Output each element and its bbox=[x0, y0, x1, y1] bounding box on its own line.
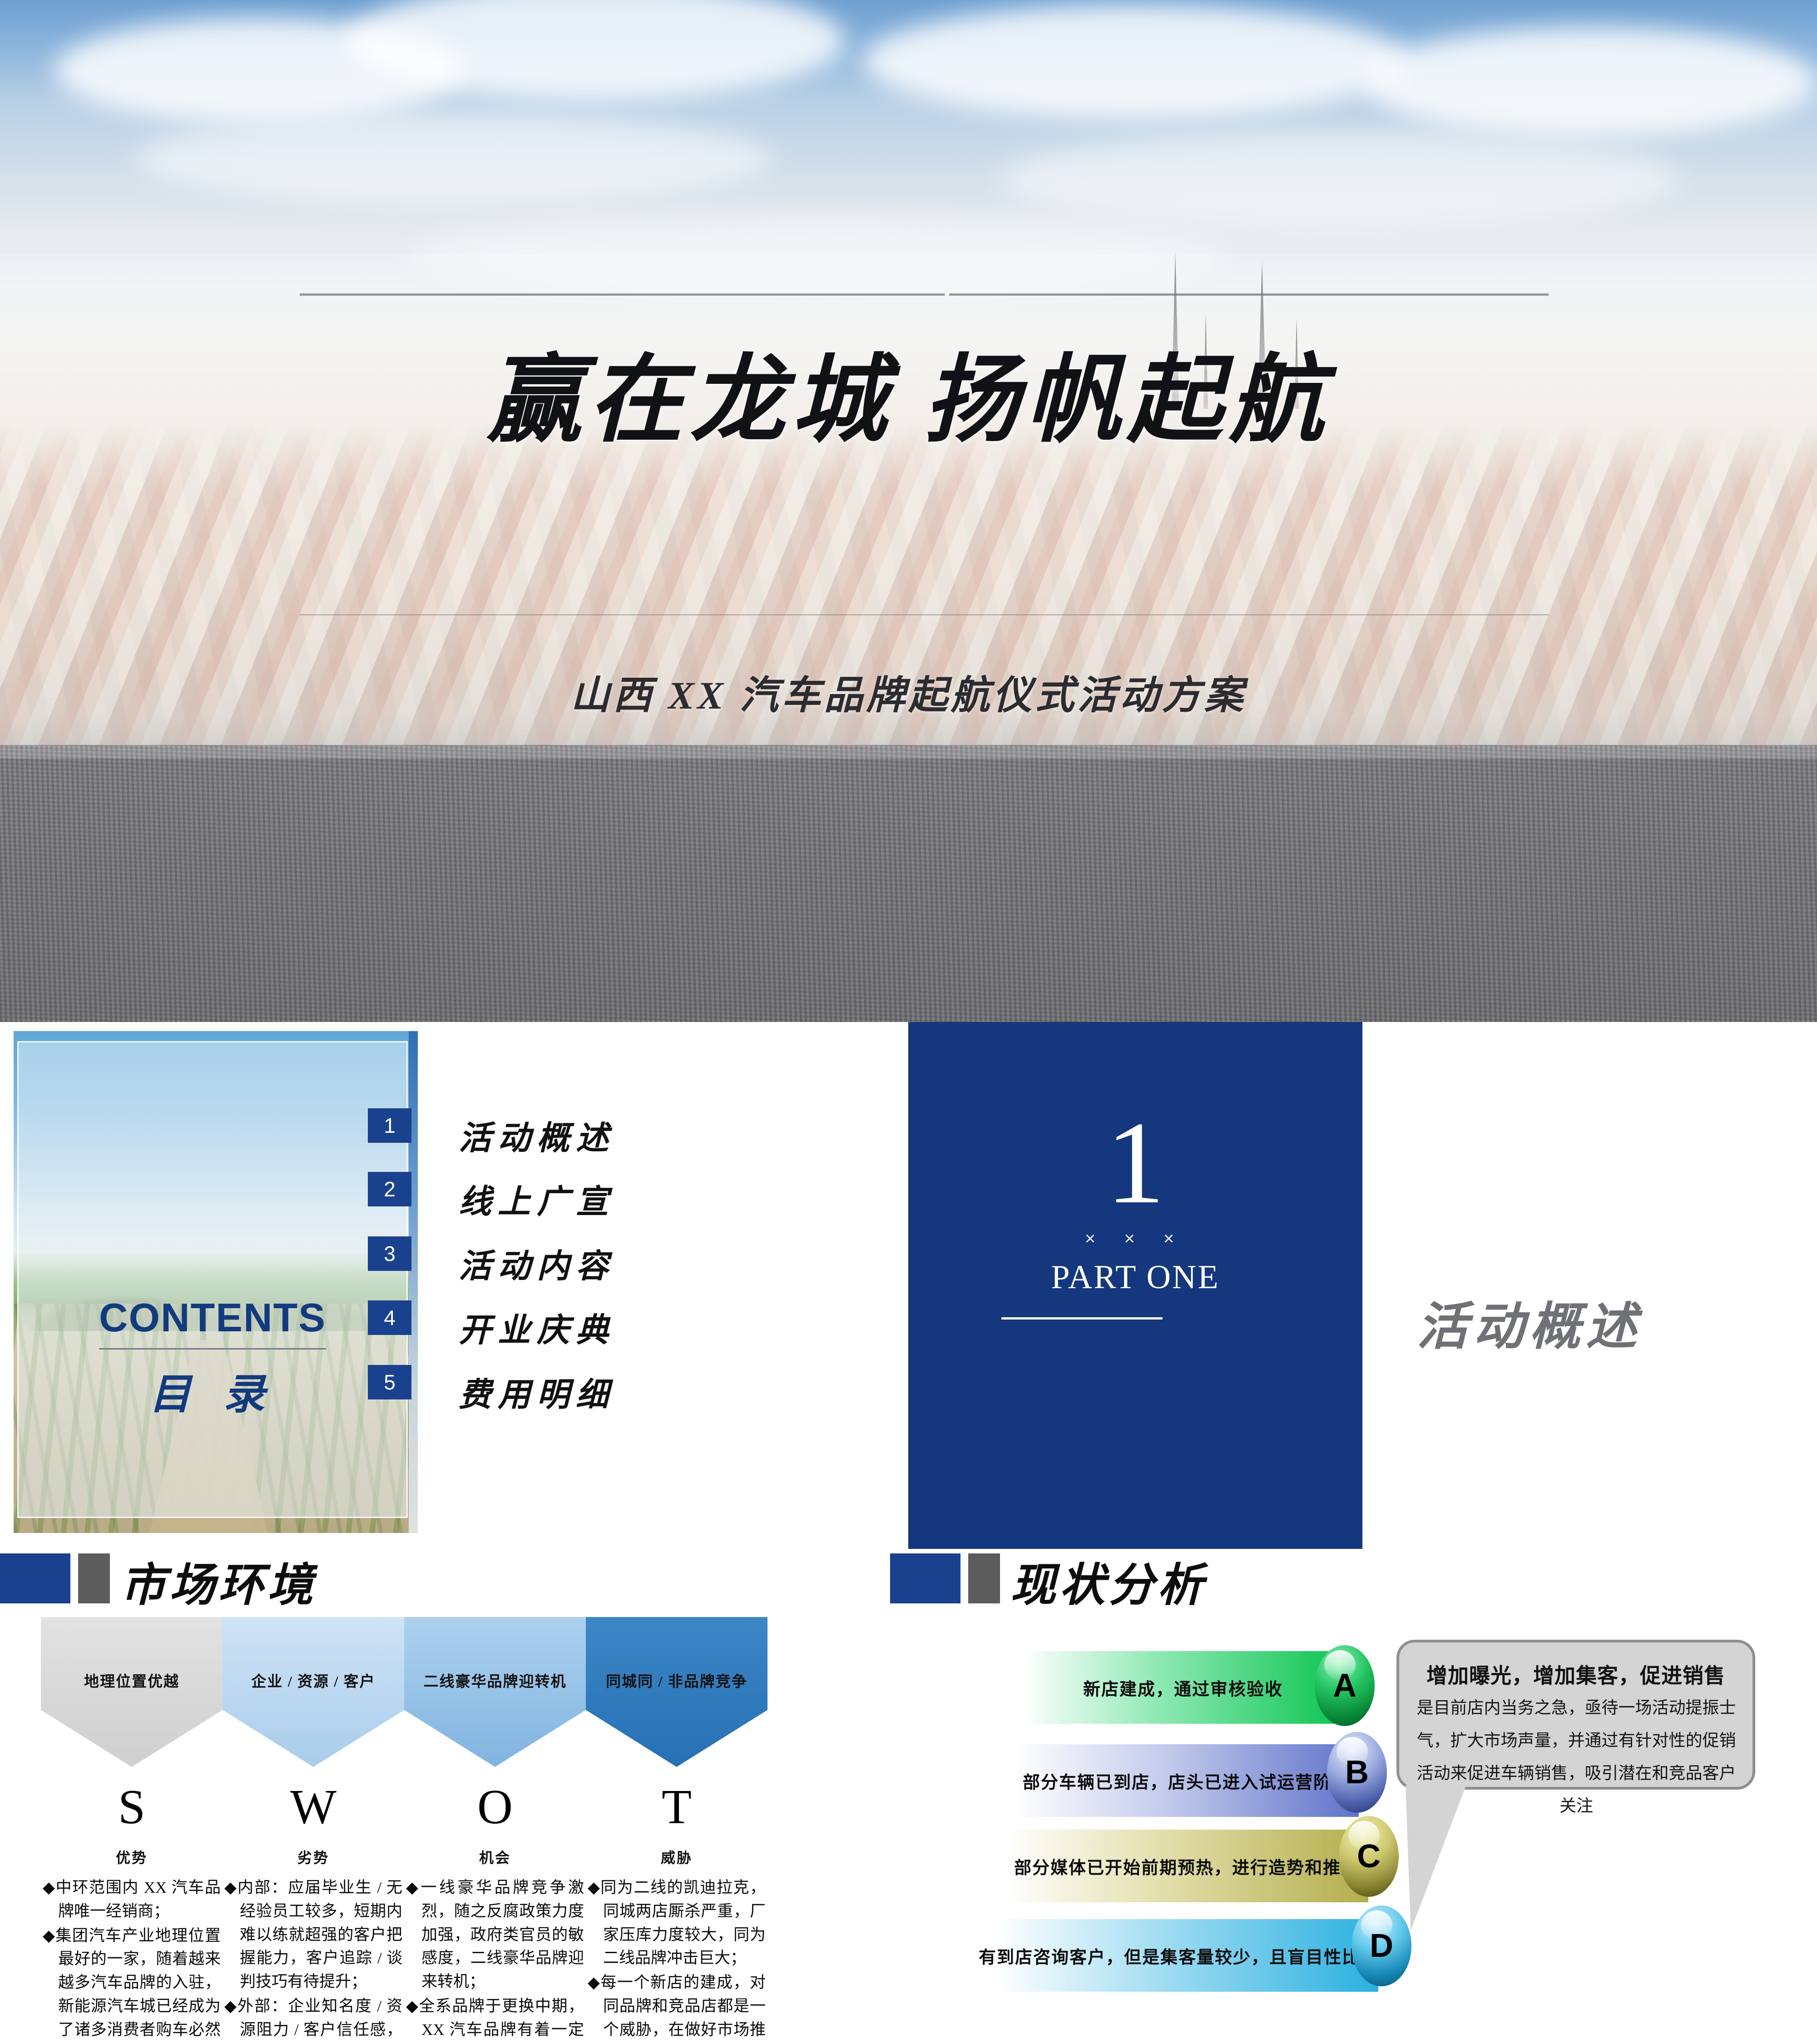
swot-letter-s: S bbox=[118, 1780, 146, 1834]
swot-chevron-label-o: 二线豪华品牌迎转机 bbox=[423, 1674, 567, 1690]
cloud-shape bbox=[863, 5, 1408, 118]
swot-body-s: ◆中环范围内 XX 汽车品牌唯一经销商； ◆集团汽车产业地理位置最好的一家，随着… bbox=[43, 1876, 221, 2044]
toc-title-en: CONTENTS bbox=[99, 1295, 326, 1340]
table-of-contents-slide: CONTENTS 目 录 1 活动概述 2 线上广宣 3 活动内容 4 开业庆典… bbox=[0, 1022, 890, 1549]
toc-title-divider bbox=[99, 1348, 326, 1349]
status-badge-c[interactable]: C bbox=[1339, 1816, 1399, 1897]
part-label: PART ONE bbox=[1051, 1259, 1220, 1296]
swot-bullet: ◆同为二线的凯迪拉克，同城两店厮杀严重，厂家压库力度较大，同为二线品牌冲击巨大； bbox=[588, 1879, 766, 1967]
toc-number-3[interactable]: 3 bbox=[368, 1236, 411, 1271]
swot-body-t: ◆同为二线的凯迪拉克，同城两店厮杀严重，厂家压库力度较大，同为二线品牌冲击巨大；… bbox=[588, 1876, 766, 2044]
swot-sub-s: 优势 bbox=[115, 1850, 148, 1866]
swot-chevron-label-t: 同城同 / 非品牌竞争 bbox=[606, 1674, 748, 1690]
callout-headline: 增加曝光，增加集客，促进销售 bbox=[1426, 1664, 1725, 1687]
swot-bullet: ◆外部：企业知名度 / 资源阻力 / 客户信任感，价格、供应率暂时偏弱 bbox=[224, 1997, 402, 2039]
swot-bullet: ◆全系品牌于更换中期，XX 汽车品牌有着一定的市场口碑，厂家产品和营销宣传力有望… bbox=[406, 1997, 584, 2039]
swot-chevron-o[interactable] bbox=[404, 1617, 586, 1767]
status-badge-b-label: B bbox=[1345, 1754, 1369, 1791]
swot-chevron-t[interactable] bbox=[586, 1617, 767, 1767]
swot-bullet: ◆每一个新店的建成，对同品牌和竞品店都是一个威胁，在做好市场推广的同时要避免出现… bbox=[588, 1974, 766, 2039]
swot-sub-t: 威胁 bbox=[660, 1850, 693, 1866]
swot-sub-o: 机会 bbox=[479, 1850, 511, 1866]
title-rule-right bbox=[949, 293, 1549, 296]
toc-label-5[interactable]: 费用明细 bbox=[459, 1368, 615, 1415]
swot-body-o: ◆一线豪华品牌竞争激烈，随之反腐政策力度加强，政府类官员的敏感度，二线豪华品牌迎… bbox=[406, 1876, 584, 2044]
toc-label-4[interactable]: 开业庆典 bbox=[459, 1303, 615, 1351]
title-rule-left bbox=[300, 293, 945, 296]
status-bar-d-text: 有到店咨询客户，但是集客量较少，且盲目性比较大 bbox=[979, 1948, 1397, 1967]
swot-body-w: ◆内部：应届毕业生 / 无经验员工较多，短期内难以练就超强的客户把握能力，客户追… bbox=[224, 1876, 402, 2044]
cover-subtitle: 山西 XX 汽车品牌起航仪式活动方案 bbox=[570, 674, 1247, 717]
callout-body: 是目前店内当务之急，亟待一场活动提振士气，扩大市场声量，并通过有针对性的促销活动… bbox=[1416, 1699, 1736, 1816]
cover-slide: 赢在龙城 扬帆起航 山西 XX 汽车品牌起航仪式活动方案 bbox=[0, 0, 1817, 1022]
toc-number-5[interactable]: 5 bbox=[368, 1365, 411, 1399]
toc-glass-overlay bbox=[17, 1041, 408, 1518]
status-bar-a-text: 新店建成，通过审核验收 bbox=[1083, 1680, 1283, 1699]
part-rule bbox=[1001, 1317, 1163, 1320]
swot-chevron-label-w: 企业 / 资源 / 客户 bbox=[251, 1674, 376, 1690]
swot-letter-o: O bbox=[477, 1780, 513, 1834]
swot-chevron-label-s: 地理位置优越 bbox=[84, 1674, 179, 1690]
toc-spine bbox=[409, 1031, 418, 1533]
status-badge-c-label: C bbox=[1357, 1838, 1381, 1875]
cloud-shape bbox=[136, 114, 772, 204]
status-badge-a-label: A bbox=[1333, 1667, 1357, 1704]
status-badge-b[interactable]: B bbox=[1327, 1732, 1387, 1813]
toc-label-3[interactable]: 活动内容 bbox=[459, 1239, 615, 1287]
status-analysis: 增加曝光，增加集客，促进销售 是目前店内当务之急，亟待一场活动提振士气，扩大市场… bbox=[890, 1549, 1817, 2044]
swot-chevron-s[interactable] bbox=[41, 1617, 223, 1767]
swot-bullet: ◆内部：应届毕业生 / 无经验员工较多，短期内难以练就超强的客户把握能力，客户追… bbox=[224, 1879, 402, 1991]
part-section-name: 活动概述 bbox=[1417, 1299, 1642, 1355]
toc-label-2[interactable]: 线上广宣 bbox=[459, 1175, 615, 1222]
swot-letter-w: W bbox=[290, 1780, 337, 1834]
status-badge-a[interactable]: A bbox=[1315, 1645, 1375, 1726]
swot-bullet: ◆中环范围内 XX 汽车品牌唯一经销商； bbox=[43, 1879, 221, 1920]
status-badge-d[interactable]: D bbox=[1352, 1905, 1411, 1986]
swot-bullet: ◆一线豪华品牌竞争激烈，随之反腐政策力度加强，政府类官员的敏感度，二线豪华品牌迎… bbox=[406, 1879, 584, 1991]
swot-analysis: 地理位置优越 企业 / 资源 / 客户 二线豪华品牌迎转机 同城同 / 非品牌竞… bbox=[0, 1549, 890, 2044]
part-xxx-marks: × × × bbox=[1084, 1229, 1186, 1249]
toc-number-4[interactable]: 4 bbox=[368, 1300, 411, 1335]
cloud-shape bbox=[1362, 27, 1817, 136]
swot-bullet: ◆集团汽车产业地理位置最好的一家，随着越来越多汽车品牌的入驻，新能源汽车城已经成… bbox=[43, 1926, 221, 2039]
toc-number-1[interactable]: 1 bbox=[368, 1108, 411, 1143]
status-bar-b-text: 部分车辆已到店，店头已进入试运营阶段 bbox=[1022, 1773, 1350, 1792]
presentation-page: 赢在龙城 扬帆起航 山西 XX 汽车品牌起航仪式活动方案 CONTENTS 目 … bbox=[0, 0, 1817, 2044]
cover-title: 赢在龙城 扬帆起航 bbox=[486, 348, 1331, 454]
plaza-crowd-texture bbox=[0, 745, 1817, 1022]
toc-label-1[interactable]: 活动概述 bbox=[459, 1111, 615, 1159]
part-number: 1 bbox=[1106, 1097, 1165, 1228]
swot-chevron-w[interactable] bbox=[223, 1617, 404, 1767]
toc-title-cn: 目 录 bbox=[149, 1371, 276, 1418]
swot-sub-w: 劣势 bbox=[297, 1850, 329, 1866]
title-rule-bottom bbox=[300, 614, 1549, 615]
toc-number-2[interactable]: 2 bbox=[368, 1172, 411, 1206]
cloud-shape bbox=[999, 132, 1680, 227]
part-divider-slide: 1 × × × PART ONE 活动概述 bbox=[890, 1022, 1817, 1549]
status-badge-d-label: D bbox=[1370, 1928, 1393, 1964]
swot-letter-t: T bbox=[662, 1780, 692, 1834]
status-bar-c-text: 部分媒体已开始前期预热，进行造势和推广 bbox=[1014, 1858, 1359, 1878]
